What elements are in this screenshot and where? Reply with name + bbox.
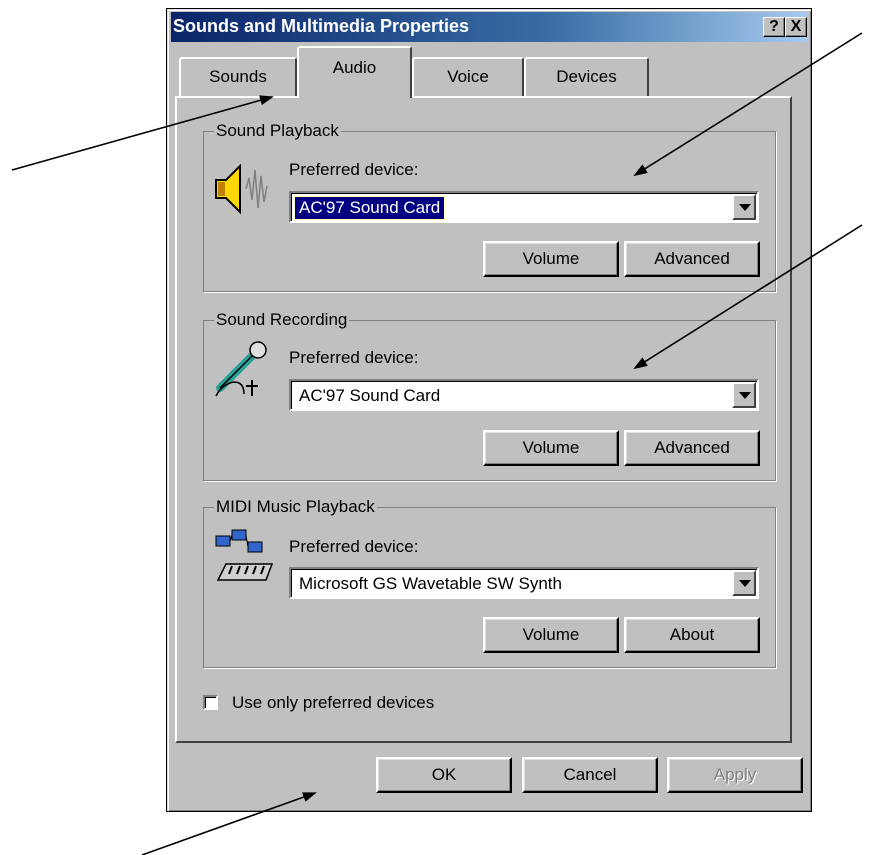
sound-playback-label: Sound Playback [214, 121, 341, 141]
playback-device-label: Preferred device: [289, 160, 419, 179]
midi-device-dropdown[interactable]: Microsoft GS Wavetable SW Synth [289, 567, 759, 599]
cancel-button[interactable]: Cancel [522, 757, 658, 793]
tab-audio[interactable]: Audio [297, 46, 412, 98]
midi-playback-label: MIDI Music Playback [214, 497, 377, 517]
microphone-icon [215, 341, 267, 397]
title-bar[interactable]: Sounds and Multimedia Properties ? X [171, 12, 807, 42]
playback-advanced-button[interactable]: Advanced [624, 241, 760, 277]
chevron-down-icon[interactable] [732, 382, 756, 408]
ok-button[interactable]: OK [376, 757, 512, 793]
use-only-preferred-label[interactable]: Use only preferred devices [232, 693, 434, 713]
midi-device-label: Preferred device: [289, 537, 419, 556]
midi-keyboard-icon [215, 529, 274, 581]
tab-devices[interactable]: Devices [524, 57, 649, 97]
tab-voice[interactable]: Voice [412, 57, 524, 97]
recording-device-label: Preferred device: [289, 348, 419, 367]
recording-advanced-button[interactable]: Advanced [624, 430, 760, 466]
chevron-down-icon[interactable] [732, 570, 756, 596]
recording-volume-button[interactable]: Volume [483, 430, 619, 466]
apply-button[interactable]: Apply [667, 757, 803, 793]
recording-selected-device: AC'97 Sound Card [299, 386, 441, 405]
playback-device-dropdown[interactable]: AC'97 Sound Card [289, 191, 759, 223]
use-only-preferred-checkbox[interactable] [203, 695, 218, 710]
playback-volume-button[interactable]: Volume [483, 241, 619, 277]
midi-about-button[interactable]: About [624, 617, 760, 653]
midi-volume-button[interactable]: Volume [483, 617, 619, 653]
help-button[interactable]: ? [763, 17, 785, 37]
playback-selected-device: AC'97 Sound Card [293, 196, 446, 220]
close-button[interactable]: X [785, 17, 807, 37]
window-title: Sounds and Multimedia Properties [173, 16, 470, 36]
recording-device-dropdown[interactable]: AC'97 Sound Card [289, 379, 759, 411]
speaker-icon [215, 163, 268, 215]
chevron-down-icon[interactable] [732, 194, 756, 220]
sound-recording-label: Sound Recording [214, 310, 350, 330]
midi-selected-device: Microsoft GS Wavetable SW Synth [299, 574, 562, 593]
tab-sounds[interactable]: Sounds [179, 57, 297, 97]
